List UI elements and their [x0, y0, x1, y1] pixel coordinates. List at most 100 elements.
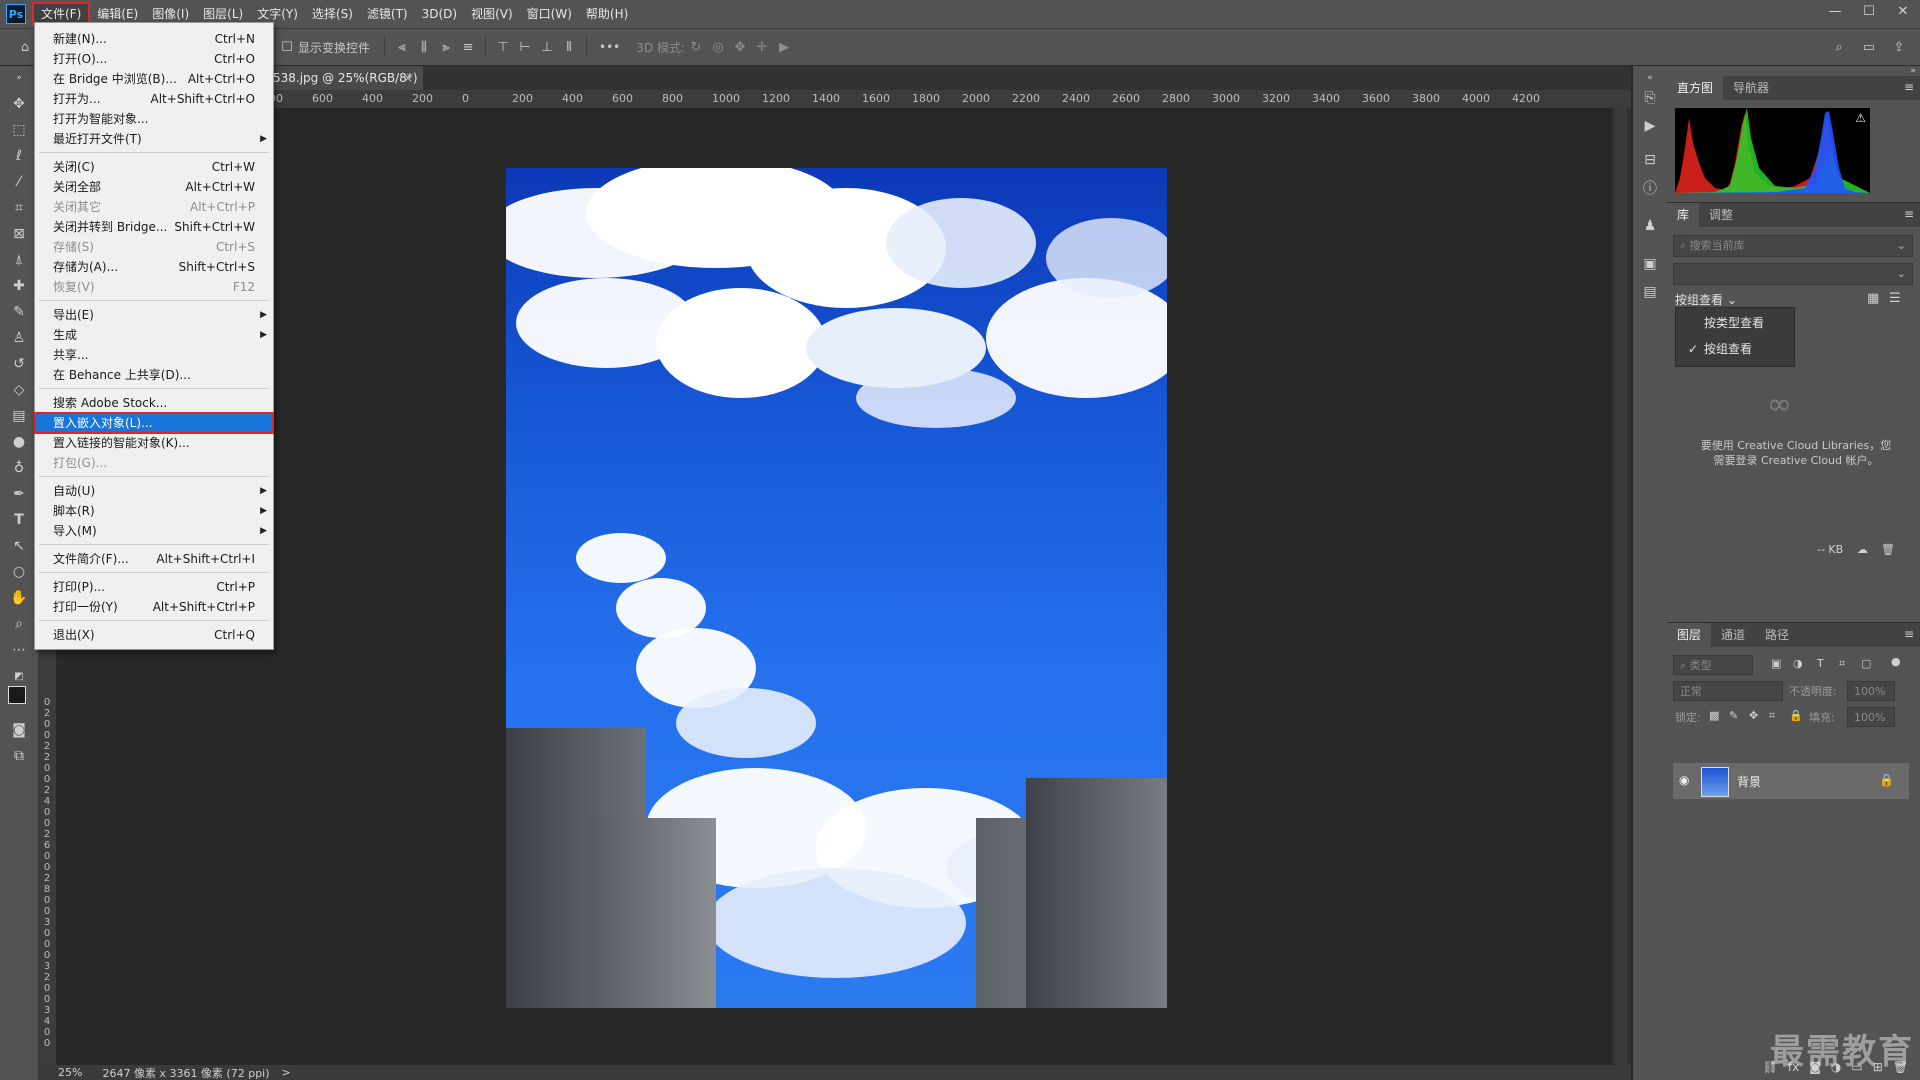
- lasso-tool-icon[interactable]: ℓ: [9, 146, 29, 166]
- eyedropper-icon[interactable]: ⍋: [9, 250, 29, 270]
- dodge-tool-icon[interactable]: ♁: [9, 458, 29, 478]
- library-select[interactable]: ⌄: [1673, 263, 1913, 285]
- edit-toolbar-icon[interactable]: ⋯: [9, 640, 29, 660]
- status-menu-arrow[interactable]: >: [282, 1066, 291, 1079]
- file-menu-item[interactable]: 退出(X) Ctrl+Q: [35, 625, 273, 645]
- filter-pixel-icon[interactable]: ▣: [1771, 657, 1781, 670]
- checkbox-show-transform[interactable]: ☐: [276, 36, 298, 58]
- eye-icon[interactable]: ◉: [1679, 773, 1689, 787]
- default-colors-icon[interactable]: ◩: [9, 666, 29, 686]
- layer-row[interactable]: ◉ 背景 🔒: [1673, 763, 1909, 799]
- filter-type-icon[interactable]: T: [1817, 657, 1824, 670]
- lock-brush-icon[interactable]: ✎: [1729, 709, 1738, 722]
- hand-tool-icon[interactable]: ✋: [9, 588, 29, 608]
- home-icon[interactable]: ⌂: [14, 36, 36, 58]
- collapse-icon[interactable]: «: [1640, 68, 1660, 88]
- align-center-icon[interactable]: ⫼: [413, 36, 435, 58]
- file-menu-item[interactable]: 打印一份(Y) Alt+Shift+Ctrl+P: [35, 597, 273, 617]
- file-menu-item[interactable]: 打开(O)... Ctrl+O: [35, 49, 273, 69]
- vertical-scrollbar[interactable]: [1612, 108, 1631, 1065]
- tab-paths[interactable]: 路径: [1755, 623, 1799, 647]
- ellipse-tool-icon[interactable]: ○: [9, 562, 29, 582]
- tab-navigator[interactable]: 导航器: [1723, 76, 1779, 100]
- distribute-vertical-icon[interactable]: ⦀: [558, 36, 580, 58]
- path-selection-icon[interactable]: ↖: [9, 536, 29, 556]
- minimize-button[interactable]: —: [1818, 0, 1852, 22]
- layer-name[interactable]: 背景: [1737, 773, 1761, 790]
- filter-toggle-icon[interactable]: ●: [1891, 655, 1901, 668]
- share-icon[interactable]: ⇪: [1888, 36, 1910, 58]
- align-left-icon[interactable]: ⫷: [391, 36, 413, 58]
- distribute-icon[interactable]: ≡: [457, 36, 479, 58]
- history-brush-icon[interactable]: ↺: [9, 354, 29, 374]
- workspace-icon[interactable]: ▭: [1858, 36, 1880, 58]
- tab-library[interactable]: 库: [1667, 203, 1700, 227]
- more-options-button[interactable]: •••: [599, 40, 620, 54]
- type-tool-icon[interactable]: T: [9, 510, 29, 530]
- tab-histogram[interactable]: 直方图: [1667, 76, 1724, 100]
- blend-mode-select[interactable]: 正常: [1673, 681, 1783, 701]
- gradient-tool-icon[interactable]: ▤: [9, 406, 29, 426]
- menu-filter[interactable]: 滤镜(T): [360, 2, 415, 26]
- filter-shape-icon[interactable]: ⌗: [1839, 657, 1845, 671]
- file-menu-item[interactable]: 文件简介(F)... Alt+Shift+Ctrl+I: [35, 549, 273, 569]
- file-menu-item[interactable]: 打开为... Alt+Shift+Ctrl+O: [35, 89, 273, 109]
- grid-view-icon[interactable]: ▦: [1867, 291, 1879, 306]
- file-menu-item[interactable]: 最近打开文件(T) ▶: [35, 129, 273, 149]
- foreground-color-swatch[interactable]: [8, 686, 26, 704]
- warning-icon[interactable]: ⚠: [1855, 111, 1866, 125]
- layer-filter-select[interactable]: ⌕ 类型: [1673, 655, 1753, 675]
- tab-adjustments[interactable]: 调整: [1699, 203, 1743, 227]
- 3d-slide-icon[interactable]: ✛: [751, 36, 773, 58]
- file-menu-item[interactable]: 置入嵌入对象(L)...: [34, 412, 274, 434]
- lock-transparent-icon[interactable]: ▩: [1709, 709, 1719, 722]
- lock-artboard-icon[interactable]: ⌗: [1769, 709, 1775, 723]
- glyphs-panel-icon[interactable]: ♟: [1640, 216, 1660, 236]
- info-panel-icon[interactable]: ⓘ: [1640, 178, 1660, 198]
- chevron-down-icon[interactable]: ⌄: [1897, 264, 1906, 284]
- healing-brush-icon[interactable]: ✚: [9, 276, 29, 296]
- 3d-roll-icon[interactable]: ◎: [707, 36, 729, 58]
- view-mode-dropdown[interactable]: 按组查看 ⌄: [1675, 291, 1737, 308]
- align-middle-icon[interactable]: ⊢: [514, 36, 536, 58]
- file-menu-item[interactable]: 打印(P)... Ctrl+P: [35, 577, 273, 597]
- file-menu-item[interactable]: 自动(U) ▶: [35, 481, 273, 501]
- view-by-group-option[interactable]: ✓ 按组查看: [1676, 336, 1794, 362]
- collapse-panels-icon[interactable]: »: [1910, 66, 1916, 76]
- menu-window[interactable]: 窗口(W): [520, 2, 579, 26]
- eraser-tool-icon[interactable]: ◇: [9, 380, 29, 400]
- lock-all-icon[interactable]: 🔒: [1789, 709, 1803, 722]
- file-menu-item[interactable]: 新建(N)... Ctrl+N: [35, 29, 273, 49]
- align-right-icon[interactable]: ⫸: [435, 36, 457, 58]
- lock-position-icon[interactable]: ✥: [1749, 709, 1758, 722]
- cloud-sync-icon[interactable]: ☁: [1857, 543, 1868, 556]
- file-menu-item[interactable]: 关闭并转到 Bridge... Shift+Ctrl+W: [35, 217, 273, 237]
- magic-wand-icon[interactable]: ⁄: [9, 172, 29, 192]
- file-menu-item[interactable]: 置入链接的智能对象(K)...: [35, 433, 273, 453]
- list-view-icon[interactable]: ☰: [1889, 291, 1901, 306]
- screen-mode-icon[interactable]: ⧉: [9, 746, 29, 766]
- file-menu-item[interactable]: 关闭(C) Ctrl+W: [35, 157, 273, 177]
- filter-smart-icon[interactable]: ▢: [1861, 657, 1871, 670]
- 3d-orbit-icon[interactable]: ↻: [685, 36, 707, 58]
- stamp-tool-icon[interactable]: ♙: [9, 328, 29, 348]
- tab-layers[interactable]: 图层: [1667, 623, 1712, 647]
- brush-tool-icon[interactable]: ✎: [9, 302, 29, 322]
- panel-menu-icon[interactable]: ≡: [1904, 627, 1914, 641]
- document-image[interactable]: [506, 168, 1167, 1008]
- chevron-down-icon[interactable]: ⌄: [1897, 236, 1906, 256]
- file-menu-item[interactable]: 在 Behance 上共享(D)...: [35, 365, 273, 385]
- menu-select[interactable]: 选择(S): [305, 2, 360, 26]
- file-menu-item[interactable]: 搜索 Adobe Stock...: [35, 393, 273, 413]
- file-menu-item[interactable]: 在 Bridge 中浏览(B)... Alt+Ctrl+O: [35, 69, 273, 89]
- close-tab-icon[interactable]: ×: [403, 66, 413, 90]
- menu-help[interactable]: 帮助(H): [579, 2, 635, 26]
- history-panel-icon[interactable]: ⎘: [1640, 88, 1660, 108]
- character-panel-icon[interactable]: ▣: [1640, 254, 1660, 274]
- frame-tool-icon[interactable]: ⊠: [9, 224, 29, 244]
- blur-tool-icon[interactable]: ●: [9, 432, 29, 452]
- maximize-button[interactable]: ☐: [1852, 0, 1886, 22]
- file-menu-item[interactable]: 共享...: [35, 345, 273, 365]
- pen-tool-icon[interactable]: ✒: [9, 484, 29, 504]
- fill-input[interactable]: 100%: [1847, 707, 1895, 727]
